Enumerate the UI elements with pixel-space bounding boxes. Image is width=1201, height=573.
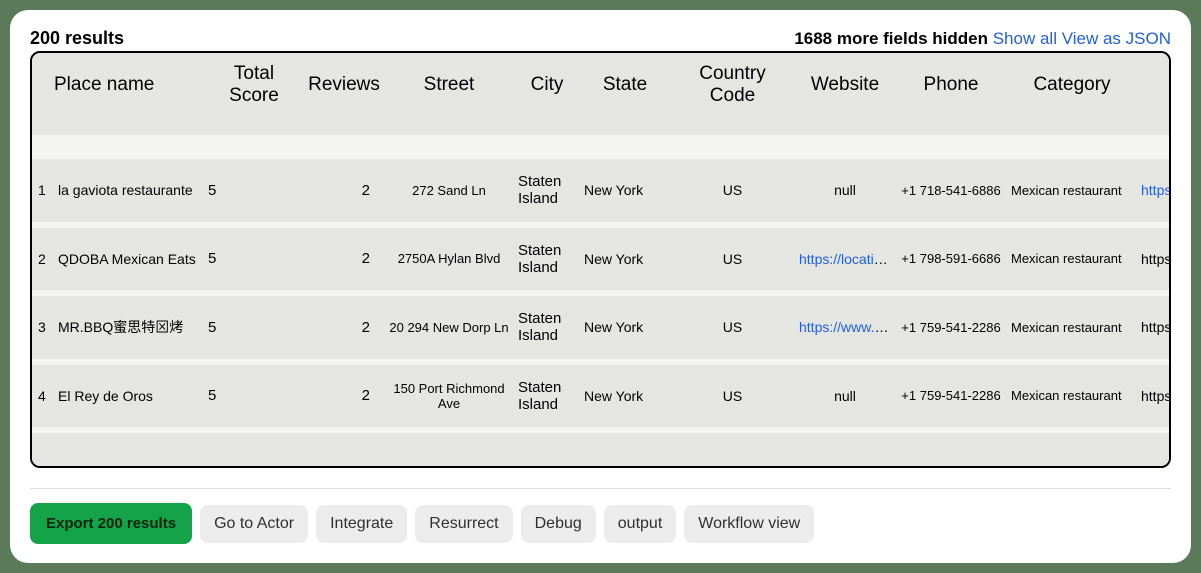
- integrate-button[interactable]: Integrate: [316, 505, 407, 543]
- debug-button[interactable]: Debug: [521, 505, 596, 543]
- cell-country-code: US: [670, 362, 795, 431]
- cell-reviews: 2: [304, 147, 384, 225]
- cell-reviews: 2: [304, 362, 384, 431]
- cell-city: Staten Island: [514, 293, 580, 362]
- results-count: 200 results: [30, 28, 124, 49]
- cell-phone: +1 798-591-6686: [895, 225, 1007, 294]
- cell-total-score: 5: [204, 362, 304, 431]
- col-url[interactable]: URL: [1137, 53, 1171, 147]
- hidden-fields-info: 1688 more fields hidden Show all View as…: [794, 29, 1171, 49]
- cell-phone: +1 759-541-2286: [895, 293, 1007, 362]
- col-city[interactable]: City: [514, 53, 580, 147]
- cell-category: Mexican restaurant: [1007, 293, 1137, 362]
- cell-url-link[interactable]: https://www.g......: [1141, 182, 1171, 198]
- cell-index: 2: [32, 225, 54, 294]
- cell-total-score: 5: [204, 293, 304, 362]
- cell-index: 4: [32, 362, 54, 431]
- cell-country-code: US: [670, 147, 795, 225]
- cell-street: 272 Sand Ln: [384, 147, 514, 225]
- col-index: [32, 53, 54, 147]
- cell-street: 150 Port Richmond Ave: [384, 362, 514, 431]
- cell-total-score: 5: [204, 147, 304, 225]
- output-button[interactable]: output: [604, 505, 676, 543]
- show-all-link[interactable]: Show all: [993, 29, 1057, 48]
- cell-index: 1: [32, 147, 54, 225]
- cell-place-name: El Rey de Oros: [54, 362, 204, 431]
- cell-url: https://www.g...: [1137, 293, 1171, 362]
- cell-city: Staten Island: [514, 147, 580, 225]
- cell-website-link[interactable]: https://www.mrb..: [799, 319, 895, 335]
- cell-category: Mexican restaurant: [1007, 362, 1137, 431]
- cell-country-code: US: [670, 293, 795, 362]
- resurrect-button[interactable]: Resurrect: [415, 505, 512, 543]
- cell-website: null: [795, 362, 895, 431]
- col-reviews[interactable]: Reviews: [304, 53, 384, 147]
- cell-category: Mexican restaurant: [1007, 147, 1137, 225]
- results-table-wrap: Place name Total Score Reviews Street Ci…: [30, 51, 1171, 468]
- view-as-json-link[interactable]: View as JSON: [1062, 29, 1171, 48]
- cell-state: New York: [580, 293, 670, 362]
- cell-website-link[interactable]: https://location..: [799, 251, 895, 267]
- col-total-score[interactable]: Total Score: [204, 53, 304, 147]
- cell-website: https://www.mrb..: [795, 293, 895, 362]
- hidden-fields-text: 1688 more fields hidden: [794, 29, 992, 48]
- cell-place-name: la gaviota restaurante: [54, 147, 204, 225]
- table-row[interactable]: 2QDOBA Mexican Eats522750A Hylan BlvdSta…: [32, 225, 1171, 294]
- cell-city: Staten Island: [514, 225, 580, 294]
- col-street[interactable]: Street: [384, 53, 514, 147]
- cell-url: https://www.g......: [1137, 147, 1171, 225]
- cell-city: Staten Island: [514, 362, 580, 431]
- results-table: Place name Total Score Reviews Street Ci…: [32, 53, 1171, 466]
- export-results-button[interactable]: Export 200 results: [30, 503, 192, 544]
- results-panel: 200 results 1688 more fields hidden Show…: [10, 10, 1191, 563]
- cell-category: Mexican restaurant: [1007, 225, 1137, 294]
- workflow-view-button[interactable]: Workflow view: [684, 505, 814, 543]
- cell-street: 2750A Hylan Blvd: [384, 225, 514, 294]
- col-website[interactable]: Website: [795, 53, 895, 147]
- cell-reviews: 2: [304, 293, 384, 362]
- cell-website: https://location..: [795, 225, 895, 294]
- cell-url: https://www.g....: [1137, 225, 1171, 294]
- table-row[interactable]: 4El Rey de Oros52150 Port Richmond AveSt…: [32, 362, 1171, 431]
- col-phone[interactable]: Phone: [895, 53, 1007, 147]
- col-state[interactable]: State: [580, 53, 670, 147]
- go-to-actor-button[interactable]: Go to Actor: [200, 505, 308, 543]
- col-place-name[interactable]: Place name: [54, 53, 204, 147]
- cell-state: New York: [580, 225, 670, 294]
- topbar: 200 results 1688 more fields hidden Show…: [30, 28, 1171, 49]
- cell-street: 20 294 New Dorp Ln: [384, 293, 514, 362]
- table-header-row: Place name Total Score Reviews Street Ci…: [32, 53, 1171, 147]
- table-spacer: [32, 430, 1171, 466]
- cell-website: null: [795, 147, 895, 225]
- cell-index: 3: [32, 293, 54, 362]
- cell-country-code: US: [670, 225, 795, 294]
- table-row[interactable]: 1la gaviota restaurante52272 Sand LnStat…: [32, 147, 1171, 225]
- cell-website-null: null: [834, 388, 856, 404]
- cell-phone: +1 759-541-2286: [895, 362, 1007, 431]
- footer-actions: Export 200 results Go to Actor Integrate…: [30, 488, 1171, 544]
- cell-place-name: QDOBA Mexican Eats: [54, 225, 204, 294]
- cell-website-null: null: [834, 182, 856, 198]
- col-country-code[interactable]: Country Code: [670, 53, 795, 147]
- table-row[interactable]: 3MR.BBQ蜜思特⊠烤5220 294 New Dorp LnStaten I…: [32, 293, 1171, 362]
- cell-total-score: 5: [204, 225, 304, 294]
- cell-state: New York: [580, 147, 670, 225]
- cell-place-name: MR.BBQ蜜思特⊠烤: [54, 293, 204, 362]
- col-category[interactable]: Category: [1007, 53, 1137, 147]
- cell-state: New York: [580, 362, 670, 431]
- cell-phone: +1 718-541-6886: [895, 147, 1007, 225]
- cell-reviews: 2: [304, 225, 384, 294]
- cell-url: https://www.g....: [1137, 362, 1171, 431]
